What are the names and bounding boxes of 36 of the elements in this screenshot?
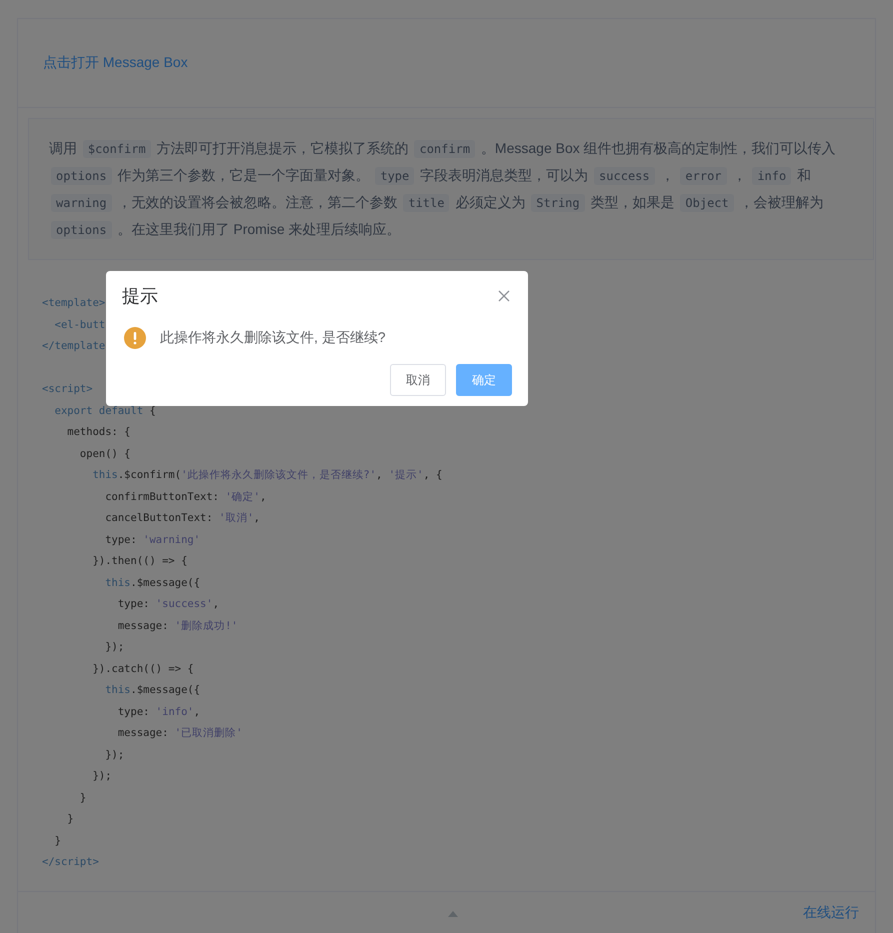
code-line: <el-butt (54, 318, 106, 332)
code-line: }).catch(() => { (92, 662, 194, 676)
code-line: type: 'success', (116, 597, 220, 612)
code-line: } (78, 790, 86, 806)
code-line: open() { (78, 446, 131, 462)
code-line: methods: { (66, 425, 131, 440)
warning-icon (124, 327, 146, 349)
dialog-title: 提示 (122, 285, 158, 308)
close-icon[interactable] (498, 290, 510, 302)
dialog-message: 此操作将永久删除该文件, 是否继续? (160, 329, 386, 347)
code-line: message: '删除成功!' (116, 618, 238, 634)
code-line: </script> (42, 855, 99, 870)
code-line: this.$confirm('此操作将永久删除该文件，是否继续?', '提示', { (92, 468, 442, 483)
code-line: export default { (54, 404, 156, 418)
code-line: <template> (42, 296, 106, 311)
confirm-button[interactable]: 确定 (456, 364, 512, 396)
code-line: this.$message({ (104, 683, 200, 698)
cancel-button[interactable]: 取消 (390, 364, 446, 396)
code-line: }); (104, 640, 124, 655)
description-text: 调用 $confirm 方法即可打开消息提示，它模拟了系统的 confirm 。Message Box 组件也拥有极高的定制性，我们可以传入 options 作为第三个参数，它是一个字面量对象。 type 字段表明消息类型，可以为 success ， error ， info 和 warning ，无效的设置将会被忽略。注意，第二个参数 title 必须定义为 String 类型，如果是 Object ，会被理解为 options 。在这里我们用了 Promise 来处理后续响应。 (49, 139, 837, 241)
code-line: }); (104, 748, 124, 762)
code-line: </template (42, 339, 106, 354)
open-message-box-link[interactable]: 点击打开 Message Box (43, 54, 188, 72)
run-online-link[interactable]: 在线运行 (803, 904, 859, 922)
caret-up-icon[interactable] (448, 911, 458, 917)
code-line: } (66, 812, 74, 827)
code-line: message: '已取消删除' (116, 726, 242, 741)
code-line: }); (92, 769, 112, 784)
code-line: this.$message({ (104, 576, 200, 590)
code-line: type: 'warning' (104, 532, 200, 548)
code-line: cancelButtonText: '取消', (104, 511, 260, 526)
code-line: }).then(() => { (92, 554, 188, 569)
code-line: } (54, 834, 61, 848)
code-line: type: 'info', (116, 704, 200, 720)
code-line: confirmButtonText: '确定', (104, 490, 266, 504)
code-line: <script> (42, 382, 93, 397)
